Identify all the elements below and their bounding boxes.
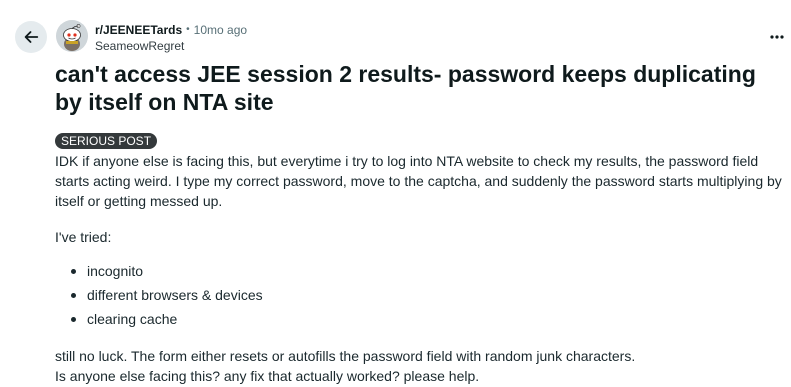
post-meta: r/JEENEETards • 10mo ago SeameowRegret — [95, 22, 247, 54]
more-options-button[interactable] — [766, 27, 788, 47]
tried-list: incognito different browsers & devices c… — [55, 259, 785, 331]
list-item-text: clearing cache — [87, 311, 178, 327]
list-item: different browsers & devices — [55, 283, 785, 307]
meta-separator: • — [186, 24, 190, 35]
post-page: r/JEENEETards • 10mo ago SeameowRegret c… — [0, 0, 791, 387]
bullet-icon — [71, 317, 76, 322]
list-item-text: incognito — [87, 263, 144, 279]
body-paragraph-final: still no luck. The form either resets or… — [55, 346, 785, 386]
list-item: incognito — [55, 259, 785, 283]
author-link[interactable]: SeameowRegret — [95, 38, 247, 54]
body-line: Is anyone else facing this? any fix that… — [55, 368, 480, 384]
back-button[interactable] — [15, 21, 47, 53]
bullet-icon — [71, 269, 76, 274]
post-time: 10mo ago — [193, 23, 248, 37]
snoo-avatar-icon — [56, 20, 88, 52]
post-title: can't access JEE session 2 results- pass… — [55, 61, 756, 115]
post-flair[interactable]: SERIOUS POST — [55, 133, 158, 149]
arrow-left-icon — [24, 31, 39, 43]
body-paragraph: IDK if anyone else is facing this, but e… — [55, 153, 782, 209]
list-item-text: different browsers & devices — [87, 287, 263, 303]
body-line: still no luck. The form either resets or… — [55, 348, 636, 364]
post-body: IDK if anyone else is facing this, but e… — [55, 151, 785, 331]
body-paragraph: I've tried: — [55, 229, 112, 245]
more-horizontal-icon — [770, 35, 784, 39]
subreddit-avatar[interactable] — [56, 20, 88, 52]
list-item: clearing cache — [55, 307, 785, 331]
bullet-icon — [71, 293, 76, 298]
subreddit-link[interactable]: r/JEENEETards — [95, 22, 182, 38]
